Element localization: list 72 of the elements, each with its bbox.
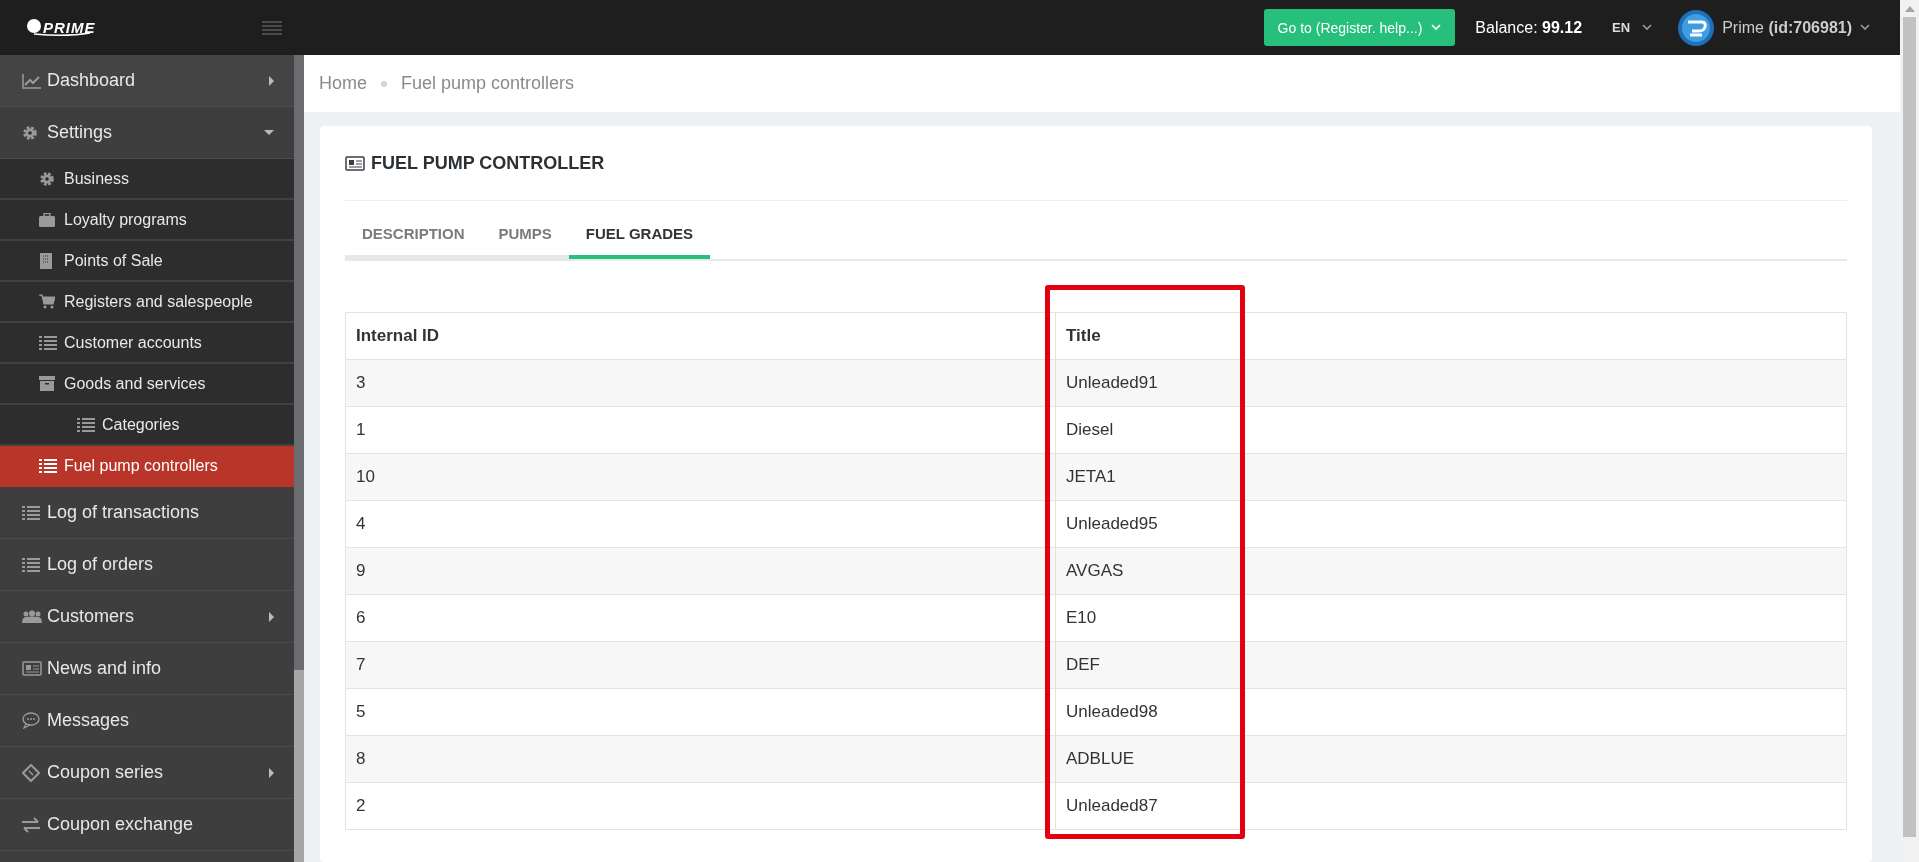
sidebar-item[interactable]: Loyalty programs	[0, 200, 294, 241]
table-cell: 1	[345, 406, 1056, 454]
column-header: Title	[1055, 312, 1847, 360]
sidebar-item[interactable]: Points of Sale	[0, 241, 294, 282]
list-icon	[39, 457, 57, 474]
sidebar-item[interactable]: News and info	[0, 643, 294, 695]
table-cell: 9	[345, 547, 1056, 595]
table-cell: Diesel	[1055, 406, 1847, 454]
newspaper-icon	[22, 661, 42, 676]
chevron-down-icon	[1431, 24, 1442, 31]
scrollbar-thumb[interactable]	[294, 670, 304, 862]
table-cell: 2	[345, 782, 1056, 830]
caret-down-icon	[264, 130, 274, 135]
table-cell: Unleaded87	[1055, 782, 1847, 830]
card-title: FUEL PUMP CONTROLLER	[371, 152, 605, 174]
scrollbar-thumb[interactable]	[1903, 17, 1916, 837]
table-cell: Unleaded98	[1055, 688, 1847, 736]
column-header: Internal ID	[345, 312, 1056, 360]
sidebar-item[interactable]: Goods and services	[0, 364, 294, 405]
briefcase-icon	[39, 212, 55, 227]
archive-icon	[39, 376, 55, 391]
table-cell: 7	[345, 641, 1056, 689]
sidebar-item[interactable]: Customers	[0, 591, 294, 643]
breadcrumb-link[interactable]: Fuel pump controllers	[401, 73, 575, 94]
caret-right-icon	[269, 767, 274, 778]
gear-icon	[39, 170, 55, 187]
table-cell: E10	[1055, 594, 1847, 642]
list-icon	[22, 556, 40, 573]
table-cell: 6	[345, 594, 1056, 642]
sidebar-item[interactable]: Business	[0, 159, 294, 200]
sidebar-item[interactable]: Dashboard	[0, 55, 294, 107]
caret-right-icon	[269, 75, 274, 86]
separator-dot-icon	[381, 80, 387, 87]
balance-text: Balance: 99.12	[1475, 18, 1583, 37]
page-scrollbar[interactable]	[1900, 0, 1919, 862]
user-name: Prime (id:706981)	[1722, 18, 1852, 37]
table-cell: JETA1	[1055, 453, 1847, 501]
table-cell: 4	[345, 500, 1056, 548]
logo[interactable]: PRIME	[26, 19, 96, 36]
caret-right-icon	[269, 611, 274, 622]
speech-bubble-icon	[22, 712, 40, 729]
table-cell: 10	[345, 453, 1056, 501]
table-cell: 5	[345, 688, 1056, 736]
list-icon	[39, 334, 57, 351]
table-cell: 8	[345, 735, 1056, 783]
sidebar-item[interactable]: Categories	[0, 405, 294, 446]
scroll-up-icon[interactable]	[1904, 6, 1915, 12]
table-cell: DEF	[1055, 641, 1847, 689]
table-cell: 3	[345, 359, 1056, 407]
table-cell: AVGAS	[1055, 547, 1847, 595]
sidebar-scrollbar[interactable]	[294, 55, 304, 862]
sidebar-item[interactable]: Fuel pump controllers	[0, 446, 294, 487]
menu-icon	[262, 20, 282, 35]
table-cell: ADBLUE	[1055, 735, 1847, 783]
list-icon	[77, 416, 95, 433]
avatar	[1678, 9, 1715, 46]
exchange-icon	[22, 816, 40, 833]
gear-icon	[22, 124, 38, 141]
user-menu[interactable]: Prime (id:706981)	[1678, 9, 1870, 46]
list-icon	[22, 504, 40, 521]
language-selector[interactable]: EN	[1612, 20, 1653, 35]
cart-icon	[39, 294, 55, 309]
newspaper-icon	[345, 155, 365, 171]
sidebar-item[interactable]: Customer accounts	[0, 323, 294, 364]
chevron-down-icon	[1860, 24, 1870, 31]
building-icon	[39, 252, 53, 269]
chart-icon	[22, 72, 42, 89]
chevron-down-icon	[1642, 24, 1653, 31]
users-icon	[22, 609, 42, 624]
table-cell: Unleaded95	[1055, 500, 1847, 548]
table-cell: Unleaded91	[1055, 359, 1847, 407]
sidebar-item[interactable]: Registers and salespeople	[0, 282, 294, 323]
